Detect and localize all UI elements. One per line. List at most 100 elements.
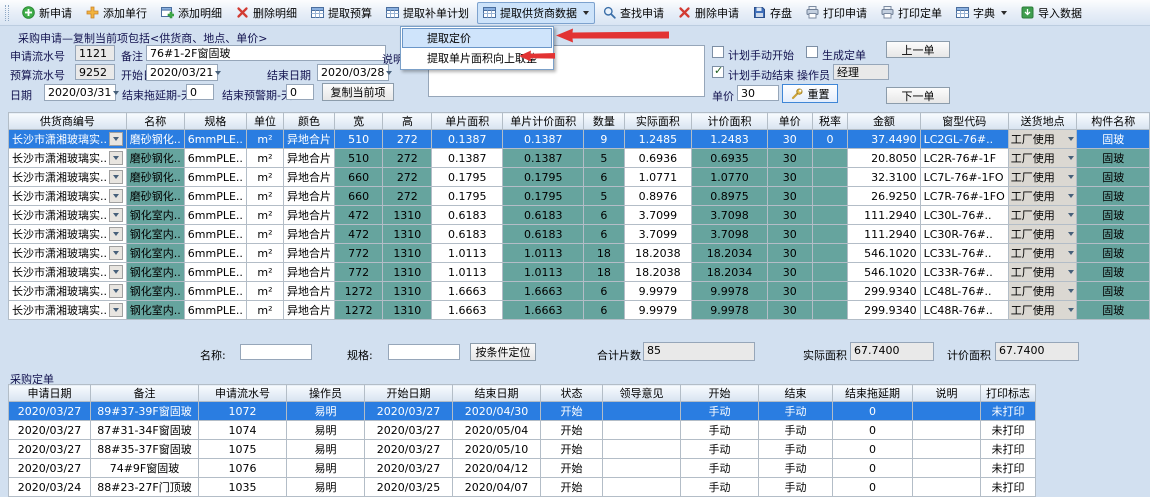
grid-cell[interactable]: 6mmPLE.. — [184, 301, 246, 320]
start-date-combo[interactable]: 2020/03/21 — [146, 64, 218, 81]
table-row[interactable]: 2020/03/2789#37-39F窗固玻1072易明2020/03/2720… — [9, 402, 1036, 421]
previous-order-button[interactable]: 上一单 — [886, 41, 950, 58]
grid-cell[interactable]: 1.0771 — [624, 168, 692, 187]
grid-cell[interactable]: 6mmPLE.. — [184, 206, 246, 225]
grid-cell[interactable]: 钢化室内.. — [126, 206, 184, 225]
supplier-cell[interactable]: 长沙市潇湘玻璃实.. — [9, 187, 127, 206]
supplier-cell[interactable]: 长沙市潇湘玻璃实.. — [9, 282, 127, 301]
grid-cell[interactable]: 30 — [767, 301, 812, 320]
chevron-down-icon[interactable] — [109, 303, 123, 317]
grid-cell[interactable]: m² — [246, 149, 283, 168]
delivery-location-cell[interactable]: 工厂使用 — [1008, 130, 1077, 149]
grid-cell[interactable]: 异地合片 — [284, 130, 335, 149]
grid-cell[interactable]: 磨砂钢化.. — [126, 187, 184, 206]
grid-cell[interactable]: 6mmPLE.. — [184, 282, 246, 301]
supplier-cell[interactable]: 长沙市潇湘玻璃实.. — [9, 130, 127, 149]
grid-cell[interactable]: 272 — [383, 130, 432, 149]
manual-end-checkbox[interactable] — [712, 66, 724, 78]
grid-cell[interactable]: 异地合片 — [284, 301, 335, 320]
grid-cell[interactable]: 1.6663 — [503, 282, 584, 301]
grid-cell[interactable]: 固玻 — [1077, 244, 1150, 263]
grid-cell[interactable]: m² — [246, 244, 283, 263]
grid-cell[interactable]: 1.2485 — [624, 130, 692, 149]
warn-days-input[interactable] — [286, 84, 314, 100]
grid-cell[interactable]: 钢化室内.. — [126, 282, 184, 301]
grid-cell[interactable]: m² — [246, 187, 283, 206]
grid-cell[interactable]: 1310 — [383, 301, 432, 320]
chevron-down-icon[interactable] — [109, 189, 123, 203]
delay-days-input[interactable] — [186, 84, 214, 100]
menu-item-1[interactable]: 提取定价 — [402, 28, 552, 48]
table-row[interactable]: 2020/03/2488#23-27F门顶玻1035易明2020/03/2520… — [9, 478, 1036, 497]
grid-cell[interactable]: 111.2940 — [848, 225, 920, 244]
table-row[interactable]: 长沙市潇湘玻璃实..钢化室内..6mmPLE..m²异地合片127213101.… — [9, 282, 1150, 301]
grid-cell[interactable]: 30 — [767, 187, 812, 206]
delete-detail-button[interactable]: 删除明细 — [230, 2, 303, 24]
grid-cell[interactable]: 6mmPLE.. — [184, 130, 246, 149]
apply-no-input[interactable] — [75, 45, 115, 61]
grid-cell[interactable]: 异地合片 — [284, 206, 335, 225]
locate-by-condition-button[interactable]: 按条件定位 — [470, 343, 536, 361]
extract-supplier-button[interactable]: 提取供货商数据 — [477, 2, 595, 24]
chevron-down-icon[interactable] — [109, 208, 123, 222]
grid-cell[interactable]: 6 — [584, 282, 624, 301]
grid-cell[interactable]: 0.1387 — [432, 130, 503, 149]
grid-cell[interactable]: 1310 — [383, 206, 432, 225]
grid-cell[interactable]: 18 — [584, 244, 624, 263]
delivery-location-cell[interactable]: 工厂使用 — [1008, 282, 1077, 301]
grid-cell[interactable]: 固玻 — [1077, 225, 1150, 244]
delivery-location-cell[interactable]: 工厂使用 — [1008, 263, 1077, 282]
grid-cell[interactable]: 0.8975 — [692, 187, 768, 206]
grid-cell[interactable] — [812, 168, 848, 187]
operator-input[interactable] — [833, 64, 889, 80]
grid-cell[interactable]: 20.8050 — [848, 149, 920, 168]
table-row[interactable]: 长沙市潇湘玻璃实..磨砂钢化..6mmPLE..m²异地合片6602720.17… — [9, 187, 1150, 206]
grid-cell[interactable]: 磨砂钢化.. — [126, 168, 184, 187]
grid-cell[interactable] — [812, 187, 848, 206]
table-row[interactable]: 长沙市潇湘玻璃实..磨砂钢化..6mmPLE..m²异地合片6602720.17… — [9, 168, 1150, 187]
supplier-cell[interactable]: 长沙市潇湘玻璃实.. — [9, 301, 127, 320]
manual-start-checkbox[interactable] — [712, 46, 724, 58]
grid-cell[interactable]: 37.4490 — [848, 130, 920, 149]
generate-order-checkbox[interactable] — [806, 46, 818, 58]
table-row[interactable]: 长沙市潇湘玻璃实..钢化室内..6mmPLE..m²异地合片77213101.0… — [9, 263, 1150, 282]
grid-cell[interactable]: 546.1020 — [848, 263, 920, 282]
grid-cell[interactable]: 0.6935 — [692, 149, 768, 168]
grid-cell[interactable]: 0.6183 — [503, 225, 584, 244]
grid-cell[interactable]: 30 — [767, 130, 812, 149]
grid-cell[interactable]: 0.1795 — [432, 168, 503, 187]
new-request-button[interactable]: 新申请 — [16, 2, 78, 24]
import-button[interactable]: 导入数据 — [1015, 2, 1088, 24]
grid-cell[interactable]: 钢化室内.. — [126, 263, 184, 282]
grid-cell[interactable]: m² — [246, 263, 283, 282]
grid-cell[interactable]: 30 — [767, 244, 812, 263]
delivery-location-cell[interactable]: 工厂使用 — [1008, 244, 1077, 263]
grid-cell[interactable]: 1.0113 — [503, 244, 584, 263]
chevron-down-icon[interactable] — [109, 170, 123, 184]
grid-cell[interactable]: 1.6663 — [503, 301, 584, 320]
grid-cell[interactable]: m² — [246, 168, 283, 187]
grid-cell[interactable]: 0.1387 — [503, 130, 584, 149]
grid-cell[interactable]: 546.1020 — [848, 244, 920, 263]
grid-cell[interactable]: 9.9978 — [692, 301, 768, 320]
grid-cell[interactable]: 272 — [383, 149, 432, 168]
unit-price-input[interactable] — [737, 85, 779, 101]
grid-cell[interactable]: 30 — [767, 149, 812, 168]
grid-cell[interactable]: 18.2038 — [624, 263, 692, 282]
grid-cell[interactable]: 固玻 — [1077, 282, 1150, 301]
grid-cell[interactable]: 1.2483 — [692, 130, 768, 149]
add-detail-button[interactable]: 添加明细 — [155, 2, 228, 24]
grid-cell[interactable]: 472 — [335, 206, 383, 225]
supplier-cell[interactable]: 长沙市潇湘玻璃实.. — [9, 168, 127, 187]
grid-cell[interactable]: 510 — [335, 149, 383, 168]
grid-cell[interactable]: 0.1795 — [503, 168, 584, 187]
grid-cell[interactable]: 6mmPLE.. — [184, 244, 246, 263]
grid-cell[interactable]: 0.1795 — [503, 187, 584, 206]
grid-cell[interactable]: 5 — [584, 187, 624, 206]
end-date-combo[interactable]: 2020/03/28 — [317, 64, 389, 81]
grid-cell[interactable]: m² — [246, 282, 283, 301]
grid-cell[interactable]: LC48L-76#.. — [920, 282, 1008, 301]
grid-cell[interactable]: 异地合片 — [284, 187, 335, 206]
grid-cell[interactable]: 钢化室内.. — [126, 301, 184, 320]
grid-cell[interactable]: 1.6663 — [432, 282, 503, 301]
